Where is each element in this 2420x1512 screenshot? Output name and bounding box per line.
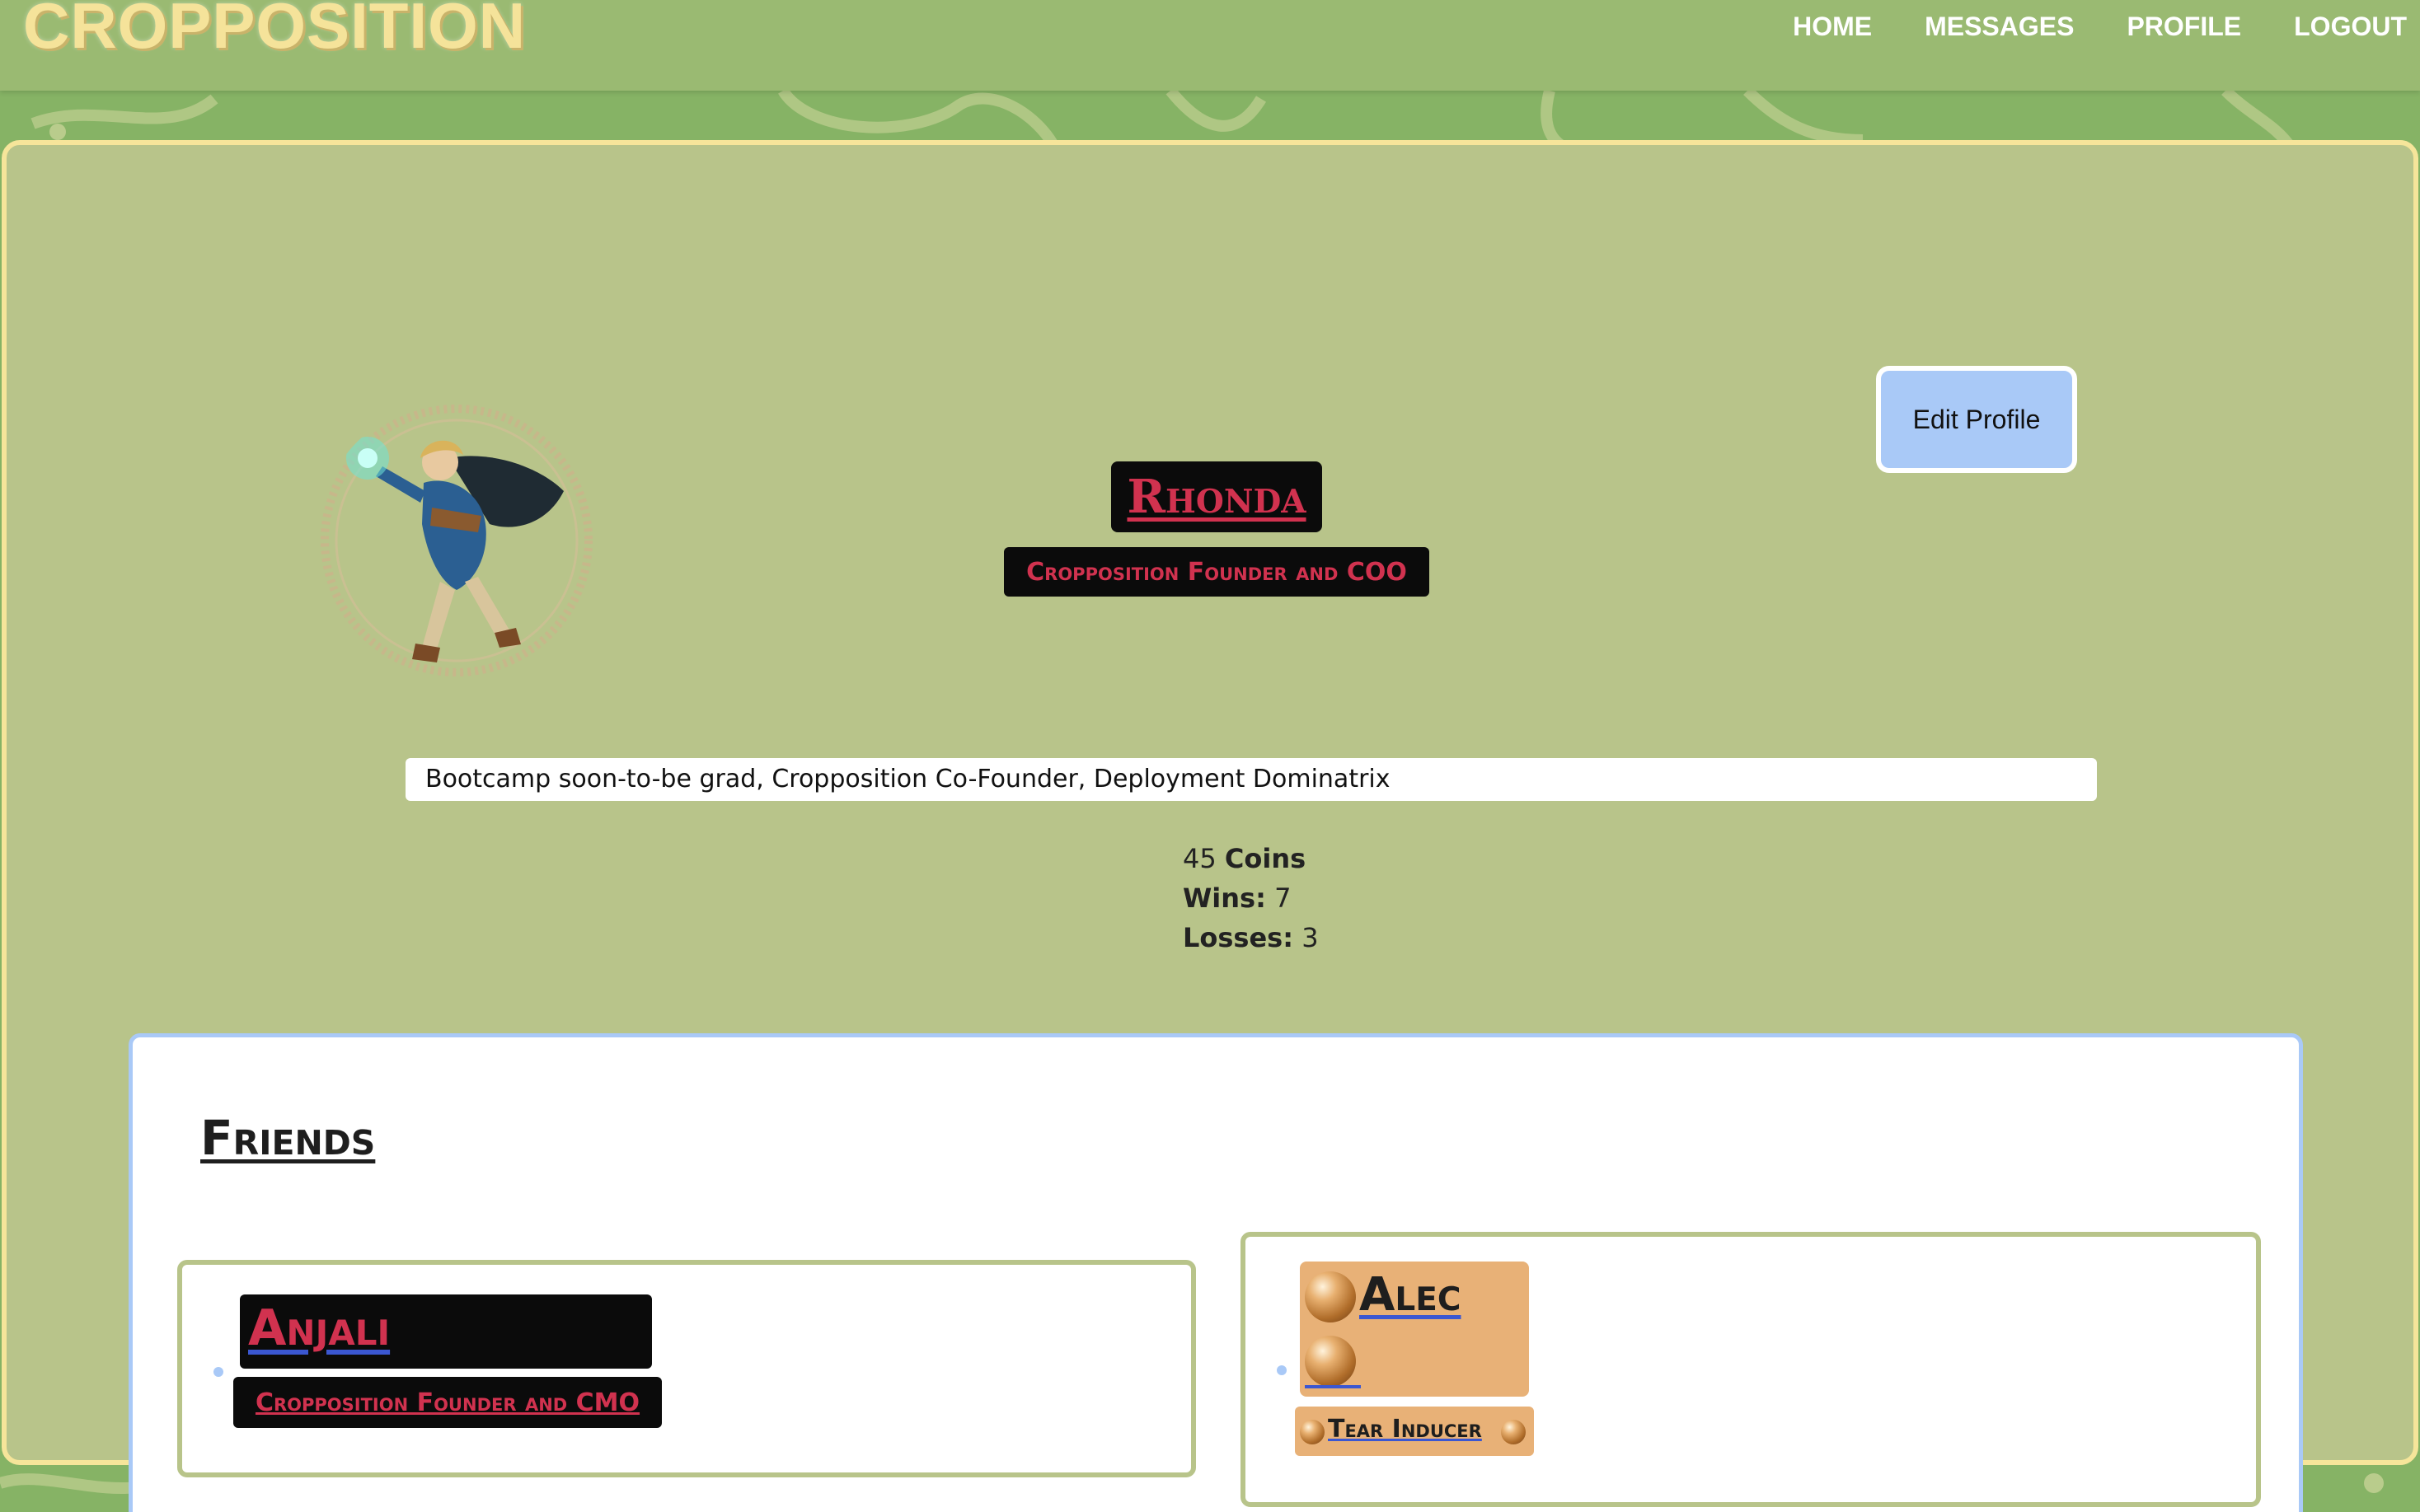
orb-icon — [1305, 1336, 1356, 1387]
list-bullet — [1277, 1365, 1287, 1375]
coins-label: Coins — [1224, 843, 1306, 874]
nav-profile-link[interactable]: PROFILE — [2127, 12, 2241, 42]
wins-stat: Wins: 7 — [1183, 878, 1319, 918]
nav-links: HOME MESSAGES PROFILE LOGOUT — [1793, 12, 2407, 42]
friend-title-badge: Cropposition Founder and CMO — [233, 1377, 662, 1428]
friend-title-badge: Tear Inducer — [1295, 1407, 1534, 1456]
link-underline — [1305, 1385, 1361, 1388]
edit-profile-button[interactable]: Edit Profile — [1876, 366, 2077, 473]
friend-card-anjali: Anjali Cropposition Founder and CMO — [177, 1260, 1196, 1477]
losses-value: 3 — [1301, 922, 1319, 953]
nav-home-link[interactable]: HOME — [1793, 12, 1872, 42]
friends-heading: Friends — [200, 1110, 376, 1166]
profile-stats: 45 Coins Wins: 7 Losses: 3 — [1183, 839, 1319, 957]
wins-value: 7 — [1274, 882, 1292, 914]
profile-name-badge: Rhonda — [1111, 461, 1322, 532]
losses-label: Losses: — [1183, 922, 1294, 953]
friend-name-link[interactable]: Alec — [1359, 1268, 1461, 1322]
profile-card: Rhonda Cropposition Founder and COO Edit… — [2, 140, 2418, 1512]
coins-stat: 45 Coins — [1183, 839, 1319, 878]
profile-name[interactable]: Rhonda — [1127, 470, 1306, 524]
nav-messages-link[interactable]: MESSAGES — [1925, 12, 2074, 42]
friend-title-link[interactable]: Tear Inducer — [1328, 1415, 1482, 1444]
coins-value: 45 — [1183, 843, 1217, 874]
friend-name-link[interactable]: Anjali — [248, 1299, 390, 1357]
top-navbar: CROPPOSITION HOME MESSAGES PROFILE LOGOU… — [0, 0, 2420, 91]
list-bullet — [213, 1367, 223, 1377]
friends-panel: Friends Anjali Cropposition Founder and … — [129, 1033, 2303, 1512]
wins-label: Wins: — [1183, 882, 1266, 914]
brand-logo[interactable]: CROPPOSITION — [23, 0, 526, 63]
profile-title: Cropposition Founder and COO — [1026, 557, 1407, 587]
friend-title-link[interactable]: Cropposition Founder and CMO — [256, 1388, 640, 1417]
orb-icon — [1501, 1420, 1526, 1444]
profile-title-badge: Cropposition Founder and COO — [1004, 547, 1429, 597]
losses-stat: Losses: 3 — [1183, 918, 1319, 957]
friend-name-badge: Anjali — [240, 1294, 652, 1369]
profile-bio: Bootcamp soon-to-be grad, Cropposition C… — [406, 758, 2097, 801]
friend-card-alec: Alec Tear Inducer — [1240, 1232, 2261, 1507]
hero-avatar-icon — [321, 405, 593, 676]
friend-name-badge: Alec — [1300, 1262, 1529, 1397]
orb-icon — [1305, 1271, 1356, 1322]
nav-logout-link[interactable]: LOGOUT — [2294, 12, 2407, 42]
orb-icon — [1300, 1420, 1325, 1444]
